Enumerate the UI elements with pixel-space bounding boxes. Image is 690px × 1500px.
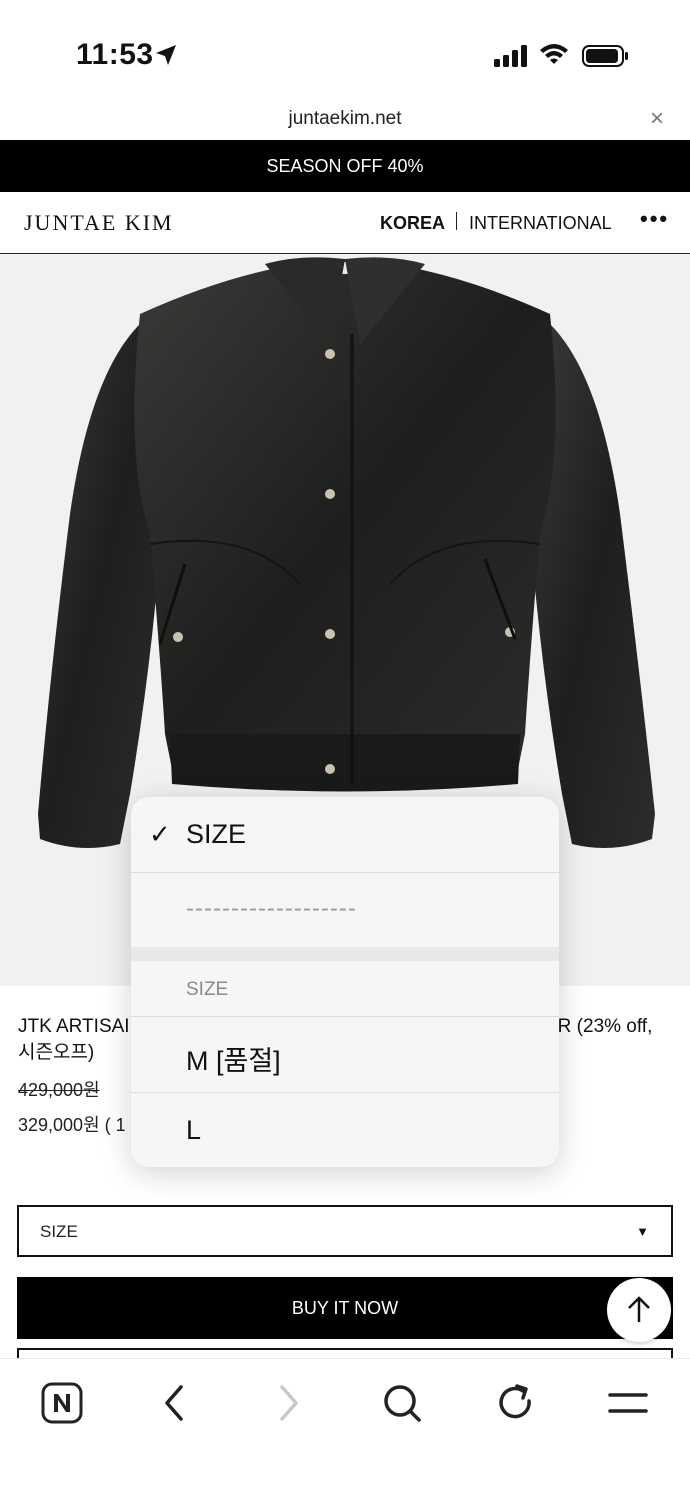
- promo-banner[interactable]: SEASON OFF 40%: [0, 140, 690, 192]
- more-menu-button[interactable]: •••: [640, 206, 669, 232]
- chevron-down-icon: ▼: [636, 1224, 649, 1239]
- group-gap: [131, 947, 559, 961]
- location-arrow-icon: [156, 45, 176, 65]
- dropdown-option-m[interactable]: M [품절]: [131, 1017, 559, 1092]
- sale-price: 329,000원 ( 1: [18, 1115, 126, 1135]
- product-title-left: JTK ARTISAI: [18, 1016, 130, 1037]
- back-icon[interactable]: [153, 1381, 197, 1425]
- cellular-signal-icon: [494, 45, 527, 67]
- nav-international-link[interactable]: INTERNATIONAL: [469, 213, 612, 234]
- forward-icon[interactable]: [266, 1381, 310, 1425]
- dropdown-group-label: SIZE: [186, 979, 229, 1000]
- search-icon[interactable]: [380, 1381, 424, 1425]
- url-text[interactable]: juntaekim.net: [0, 108, 690, 130]
- size-select-value: SIZE: [40, 1222, 78, 1241]
- site-header: JUNTAE KIM KOREA INTERNATIONAL •••: [0, 192, 690, 254]
- product-title-right: ER (23% off,: [545, 1016, 653, 1037]
- nav-korea-link[interactable]: KOREA: [380, 213, 445, 234]
- site-logo[interactable]: JUNTAE KIM: [24, 210, 174, 236]
- dropdown-option-label: L: [186, 1115, 202, 1145]
- naver-icon[interactable]: [40, 1381, 84, 1425]
- dropdown-option-l[interactable]: L: [131, 1093, 559, 1167]
- dropdown-option-label: SIZE: [186, 819, 247, 849]
- menu-icon[interactable]: [606, 1381, 650, 1425]
- battery-icon: [582, 45, 628, 67]
- dropdown-option-label: M [품절]: [186, 1046, 281, 1076]
- scroll-top-button[interactable]: [607, 1278, 671, 1342]
- dropdown-option-separator[interactable]: -------------------: [131, 873, 559, 947]
- dropdown-separator-label: -------------------: [186, 895, 357, 922]
- size-dropdown-popup: ✓ SIZE ------------------- SIZE M [품절] L: [131, 797, 559, 1167]
- nav-divider: [456, 212, 457, 230]
- buy-it-now-button[interactable]: BUY IT NOW: [17, 1277, 673, 1339]
- reload-icon[interactable]: [493, 1381, 537, 1425]
- wifi-icon: [540, 44, 568, 64]
- dropdown-option-selected[interactable]: ✓ SIZE: [131, 797, 559, 872]
- arrow-up-icon: [628, 1296, 650, 1322]
- address-bar[interactable]: juntaekim.net ×: [0, 100, 690, 140]
- status-bar: 11:53: [0, 0, 690, 100]
- size-select[interactable]: SIZE ▼: [17, 1205, 673, 1257]
- browser-toolbar: [0, 1358, 690, 1500]
- product-title-line2: 시즌오프): [18, 1042, 95, 1063]
- dropdown-group-header: SIZE: [131, 961, 559, 1016]
- original-price: 429,000원: [18, 1080, 100, 1100]
- close-icon[interactable]: ×: [650, 107, 664, 131]
- checkmark-icon: ✓: [149, 819, 171, 849]
- clock: 11:53: [76, 38, 154, 71]
